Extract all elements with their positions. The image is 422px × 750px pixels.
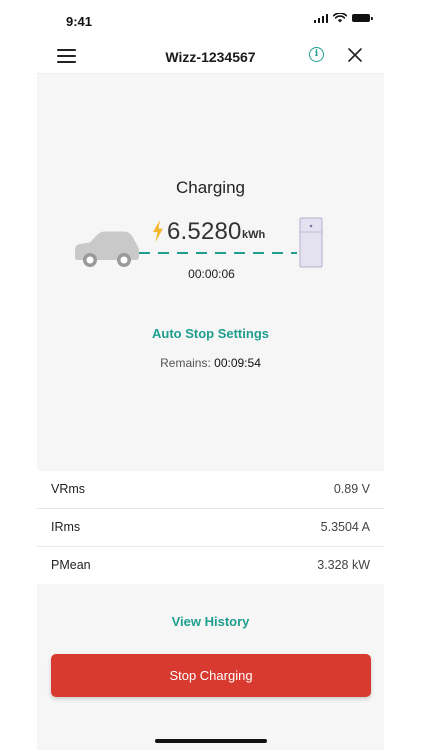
auto-stop-settings-link[interactable]: Auto Stop Settings bbox=[37, 326, 384, 341]
status-icons bbox=[313, 13, 373, 23]
status-bar: 9:41 bbox=[0, 0, 422, 40]
cellular-signal-icon bbox=[313, 13, 328, 23]
lightning-bolt-icon bbox=[153, 220, 163, 242]
view-history-link[interactable]: View History bbox=[37, 614, 384, 629]
charger-station-icon bbox=[299, 217, 323, 268]
remains-label: Remains: bbox=[160, 356, 211, 370]
metric-value: 3.328 kW bbox=[317, 558, 370, 572]
metric-row-pmean: PMean 3.328 kW bbox=[37, 547, 384, 585]
page-title: Wizz-1234567 bbox=[165, 49, 256, 65]
battery-icon bbox=[352, 14, 373, 22]
metric-label: VRms bbox=[51, 482, 86, 496]
metric-row-irms: IRms 5.3504 A bbox=[37, 509, 384, 547]
actions-panel: View History Stop Charging bbox=[37, 584, 384, 750]
metric-label: IRms bbox=[51, 520, 81, 534]
energy-value: 6.5280 bbox=[167, 218, 242, 245]
metric-value: 0.89 V bbox=[333, 482, 370, 496]
charging-cable-line bbox=[139, 252, 297, 254]
remains-value: 00:09:54 bbox=[214, 356, 261, 370]
wifi-icon bbox=[333, 13, 347, 23]
metrics-table: VRms 0.89 V IRms 5.3504 A PMean 3.328 kW bbox=[37, 471, 384, 585]
close-icon[interactable] bbox=[347, 47, 363, 63]
stop-charging-button[interactable]: Stop Charging bbox=[51, 654, 371, 697]
metric-value: 5.3504 A bbox=[320, 520, 370, 534]
status-time: 9:41 bbox=[66, 14, 93, 29]
elapsed-time: 00:00:06 bbox=[188, 267, 235, 281]
car-icon bbox=[75, 231, 139, 267]
energy-unit: kWh bbox=[242, 229, 266, 241]
charging-panel: Charging 6.5280 kWh 00:00:06 Auto Stop S… bbox=[37, 74, 384, 471]
nav-bar: Wizz-1234567 i bbox=[37, 40, 384, 74]
charging-status: Charging bbox=[176, 178, 245, 197]
remaining-time: Remains: 00:09:54 bbox=[37, 356, 384, 370]
info-icon[interactable]: i bbox=[309, 47, 324, 62]
metric-label: PMean bbox=[51, 558, 91, 572]
home-indicator bbox=[155, 739, 267, 743]
metric-row-vrms: VRms 0.89 V bbox=[37, 471, 384, 509]
